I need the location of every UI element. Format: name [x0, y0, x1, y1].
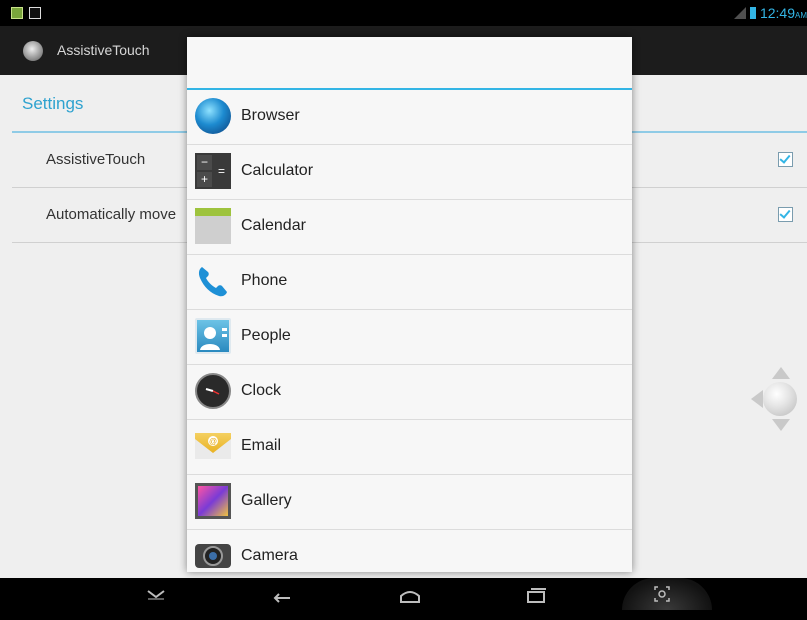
- home-icon[interactable]: [390, 578, 430, 610]
- svg-text:@: @: [209, 437, 217, 446]
- app-label: Camera: [241, 547, 298, 564]
- calculator-icon: − + =: [195, 153, 231, 189]
- recent-apps-icon[interactable]: [516, 578, 556, 610]
- signal-icon: [733, 7, 746, 19]
- gallery-icon: [195, 483, 231, 519]
- back-icon[interactable]: [262, 578, 302, 610]
- assistive-touch-float-button[interactable]: [751, 367, 807, 431]
- browser-icon: [195, 98, 231, 134]
- email-icon: @: [195, 433, 231, 459]
- assistive-touch-ball-icon[interactable]: [763, 382, 797, 416]
- app-item-browser[interactable]: Browser: [187, 90, 632, 145]
- app-item-email[interactable]: @ Email: [187, 420, 632, 475]
- phone-icon: [195, 263, 231, 299]
- arrow-down-icon: [772, 419, 790, 431]
- people-icon: [195, 318, 231, 354]
- app-label: People: [241, 327, 291, 344]
- app-label: Phone: [241, 272, 288, 289]
- setting-label: AssistiveTouch: [46, 151, 146, 168]
- status-right: 12:49AM: [733, 4, 807, 22]
- notification-icon: [11, 7, 23, 19]
- calendar-icon: [195, 208, 231, 244]
- dialog-title: [187, 37, 632, 88]
- app-label: Calendar: [241, 217, 306, 234]
- app-title: AssistiveTouch: [57, 42, 150, 58]
- status-clock: 12:49AM: [759, 5, 807, 21]
- clock-icon: [195, 373, 231, 409]
- battery-icon: [749, 7, 756, 19]
- navigation-bar: [0, 578, 807, 610]
- app-icon[interactable]: [23, 41, 43, 61]
- app-list: Browser − + = Calculator Calendar Phone P…: [187, 90, 632, 572]
- assistivetouch-checkbox[interactable]: [778, 152, 793, 167]
- app-item-clock[interactable]: Clock: [187, 365, 632, 420]
- automatically-move-checkbox[interactable]: [778, 207, 793, 222]
- app-item-people[interactable]: People: [187, 310, 632, 365]
- app-item-camera[interactable]: Camera: [187, 530, 632, 572]
- setting-label: Automatically move: [46, 206, 177, 223]
- app-item-calculator[interactable]: − + = Calculator: [187, 145, 632, 200]
- app-item-phone[interactable]: Phone: [187, 255, 632, 310]
- app-label: Gallery: [241, 492, 292, 509]
- app-label: Clock: [241, 382, 282, 399]
- status-bar: 12:49AM: [0, 0, 807, 26]
- app-item-calendar[interactable]: Calendar: [187, 200, 632, 255]
- app-picker-dialog: Browser − + = Calculator Calendar Phone P…: [187, 37, 632, 572]
- arrow-up-icon: [772, 367, 790, 379]
- image-icon: [29, 7, 41, 19]
- section-title: Settings: [22, 94, 84, 113]
- app-item-gallery[interactable]: Gallery: [187, 475, 632, 530]
- app-label: Browser: [241, 107, 300, 124]
- app-label: Email: [241, 437, 282, 454]
- arrow-left-icon: [751, 390, 763, 408]
- app-label: Calculator: [241, 162, 314, 179]
- hide-keyboard-icon[interactable]: [136, 578, 176, 610]
- screenshot-icon[interactable]: [642, 578, 682, 610]
- camera-icon: [195, 544, 231, 568]
